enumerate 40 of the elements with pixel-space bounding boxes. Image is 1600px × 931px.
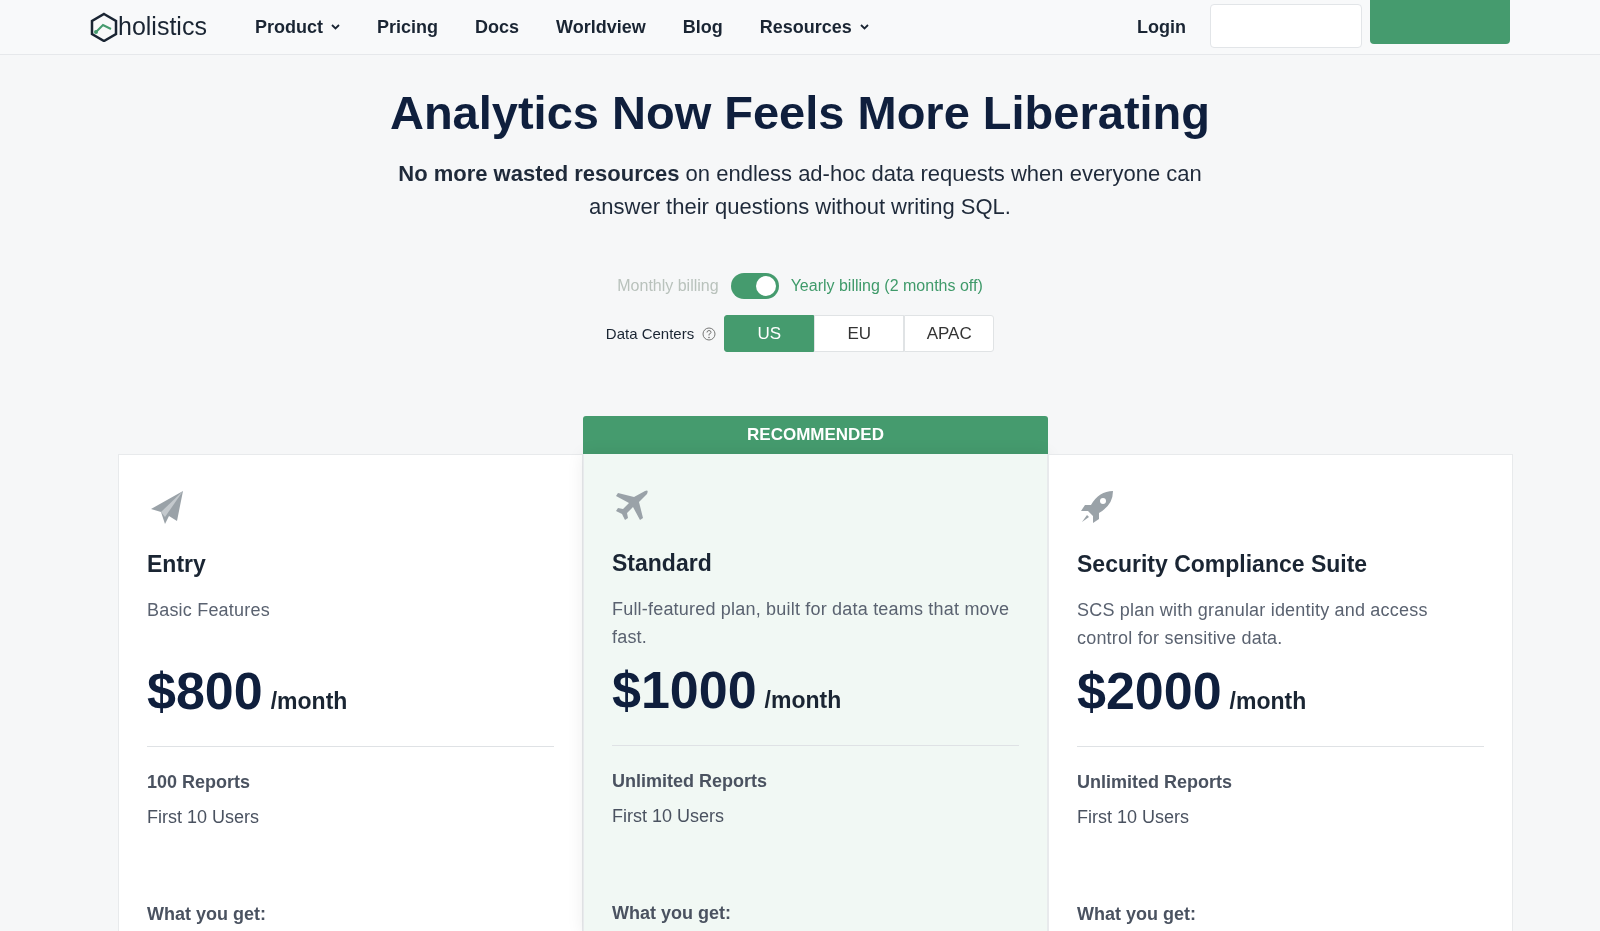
nav-link[interactable]: Worldview [555, 13, 646, 41]
nav-link[interactable]: Product [254, 13, 340, 41]
nav-link[interactable]: Resources [759, 13, 869, 41]
price-period: /month [270, 686, 348, 716]
plan-price: $800 [147, 660, 263, 722]
recommended-banner: RECOMMENDED [583, 416, 1048, 455]
nav-link[interactable]: Blog [682, 13, 723, 41]
hero-subtitle: No more wasted resources on endless ad-hoc data requests when everyone can answer their questions without writing SQL. [397, 160, 1203, 222]
plan-name: Entry [147, 550, 207, 580]
help-icon[interactable] [702, 326, 717, 341]
plan-description: Full-featured plan, built for data teams that move fast. [612, 597, 1011, 649]
plan-name: Standard [612, 549, 713, 579]
features-heading: What you get: [612, 901, 732, 925]
plan-description: SCS plan with granular identity and access control for sensitive data. [1077, 598, 1429, 650]
users-count: First 10 Users [1077, 805, 1191, 829]
nav-link[interactable]: Pricing [376, 13, 438, 41]
features-heading: What you get: [1077, 902, 1197, 926]
price-period: /month [764, 685, 842, 715]
data-center-tab[interactable]: APAC [904, 315, 995, 353]
data-centers-label: Data Centers [605, 323, 695, 344]
price-period: /month [1229, 686, 1307, 716]
reports-count: Unlimited Reports [612, 769, 768, 793]
logo-text[interactable]: holistics [118, 8, 207, 46]
logo-icon [90, 12, 118, 42]
data-center-tab[interactable]: EU [814, 315, 905, 353]
plan-description: Basic Features [147, 598, 271, 622]
billing-toggle[interactable] [730, 273, 779, 300]
billing-label: Yearly billing (2 months off) [790, 276, 983, 297]
plan-name: Security Compliance Suite [1077, 550, 1369, 580]
plan-price: $2000 [1077, 660, 1222, 722]
page-title: Analytics Now Feels More Liberating [388, 85, 1212, 141]
billing-label: Monthly billing [617, 276, 719, 297]
users-count: First 10 Users [612, 804, 726, 828]
login-link[interactable]: Login [1137, 13, 1186, 41]
features-heading: What you get: [147, 902, 267, 926]
nav-link[interactable]: Docs [474, 13, 519, 41]
users-count: First 10 Users [147, 805, 261, 829]
reports-count: 100 Reports [147, 770, 252, 794]
plan-price: $1000 [612, 659, 757, 721]
reports-count: Unlimited Reports [1077, 770, 1233, 794]
